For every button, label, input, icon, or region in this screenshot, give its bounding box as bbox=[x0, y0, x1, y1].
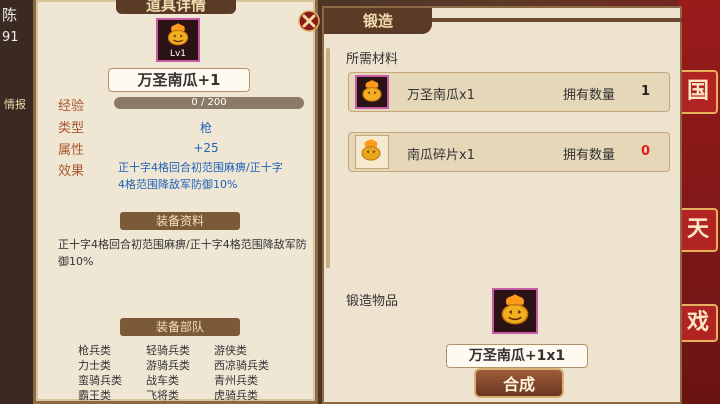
troop-type: 游骑兵类 bbox=[146, 359, 190, 372]
troop-type: 游侠类 bbox=[214, 344, 247, 357]
attribute-value: +25 bbox=[193, 141, 219, 155]
troop-type: 蛮骑兵类 bbox=[78, 374, 122, 387]
item-icon: Lv1 bbox=[156, 18, 200, 62]
forge-panel: 锻造 所需材料 万圣南瓜x1 拥有数量 1 南瓜碎片x1 拥有数量 0 锻造物品 bbox=[322, 6, 682, 404]
troop-type: 轻骑兵类 bbox=[146, 344, 190, 357]
owned-count: 0 bbox=[641, 144, 651, 159]
troop-type: 霸王类 bbox=[78, 389, 111, 402]
output-item-icon bbox=[492, 288, 538, 334]
item-name: 万圣南瓜+1 bbox=[108, 68, 250, 92]
pumpkin-shard-icon bbox=[361, 139, 381, 161]
troop-type: 力士类 bbox=[78, 359, 111, 372]
exp-value: 0 / 200 bbox=[191, 97, 227, 108]
exp-progress-bar: 0 / 200 bbox=[114, 97, 304, 109]
equipment-troops-header: 装备部队 bbox=[120, 318, 240, 336]
pumpkin-icon bbox=[362, 80, 382, 102]
materials-label: 所需材料 bbox=[346, 52, 399, 67]
resource-number-fragment: 91 bbox=[2, 30, 19, 45]
materials-scrollbar[interactable] bbox=[326, 48, 330, 268]
material-icon bbox=[355, 75, 389, 109]
troop-type: 枪兵类 bbox=[78, 344, 111, 357]
material-row[interactable]: 万圣南瓜x1 拥有数量 1 bbox=[348, 72, 670, 112]
right-tile-2[interactable]: 天 bbox=[678, 208, 718, 252]
owned-label: 拥有数量 bbox=[563, 148, 616, 163]
pumpkin-icon bbox=[501, 294, 529, 325]
material-icon bbox=[355, 135, 389, 169]
effect-value: 正十字4格回合初范围麻痹/正十字4格范围降敌军防御10% bbox=[118, 161, 283, 191]
pumpkin-icon bbox=[167, 23, 189, 46]
material-name: 南瓜碎片x1 bbox=[407, 148, 475, 163]
item-detail-panel: 道具详情 Lv1 万圣南瓜+1 经验 0 / 200 类型 枪 属性 +25 效… bbox=[33, 0, 320, 404]
troop-type: 战车类 bbox=[146, 374, 179, 387]
intel-menu-fragment[interactable]: 情报 bbox=[4, 96, 26, 112]
equipment-info-text: 正十字4格回合初范围麻痹/正十字4格范围降敌军防御10% bbox=[58, 238, 307, 268]
troop-type: 西凉骑兵类 bbox=[214, 359, 269, 372]
right-tile-3[interactable]: 戏 bbox=[678, 304, 718, 342]
troop-type: 虎骑兵类 bbox=[214, 389, 258, 402]
output-item-name: 万圣南瓜+1x1 bbox=[446, 344, 588, 368]
forge-button[interactable]: 合成 bbox=[474, 368, 564, 398]
owned-count: 1 bbox=[641, 84, 651, 99]
right-tile-1[interactable]: 国 bbox=[678, 70, 718, 114]
title-divider bbox=[432, 18, 682, 22]
owned-label: 拥有数量 bbox=[563, 88, 616, 103]
right-background-strip bbox=[678, 0, 720, 404]
attribute-label: 属性 bbox=[58, 143, 85, 158]
type-label: 类型 bbox=[58, 121, 85, 136]
material-row[interactable]: 南瓜碎片x1 拥有数量 0 bbox=[348, 132, 670, 172]
effect-label: 效果 bbox=[58, 164, 85, 179]
exp-label: 经验 bbox=[58, 99, 85, 114]
troop-type: 青州兵类 bbox=[214, 374, 258, 387]
equipment-info-header: 装备资料 bbox=[120, 212, 240, 230]
item-panel-title: 道具详情 bbox=[116, 0, 236, 14]
material-name: 万圣南瓜x1 bbox=[407, 88, 475, 103]
player-name-fragment: 陈 bbox=[2, 6, 18, 24]
item-level: Lv1 bbox=[169, 49, 187, 59]
output-label: 锻造物品 bbox=[346, 294, 399, 309]
forge-panel-title: 锻造 bbox=[324, 8, 432, 34]
close-icon[interactable] bbox=[298, 10, 320, 32]
troop-type: 飞将类 bbox=[146, 389, 179, 402]
type-value: 枪 bbox=[199, 121, 212, 135]
